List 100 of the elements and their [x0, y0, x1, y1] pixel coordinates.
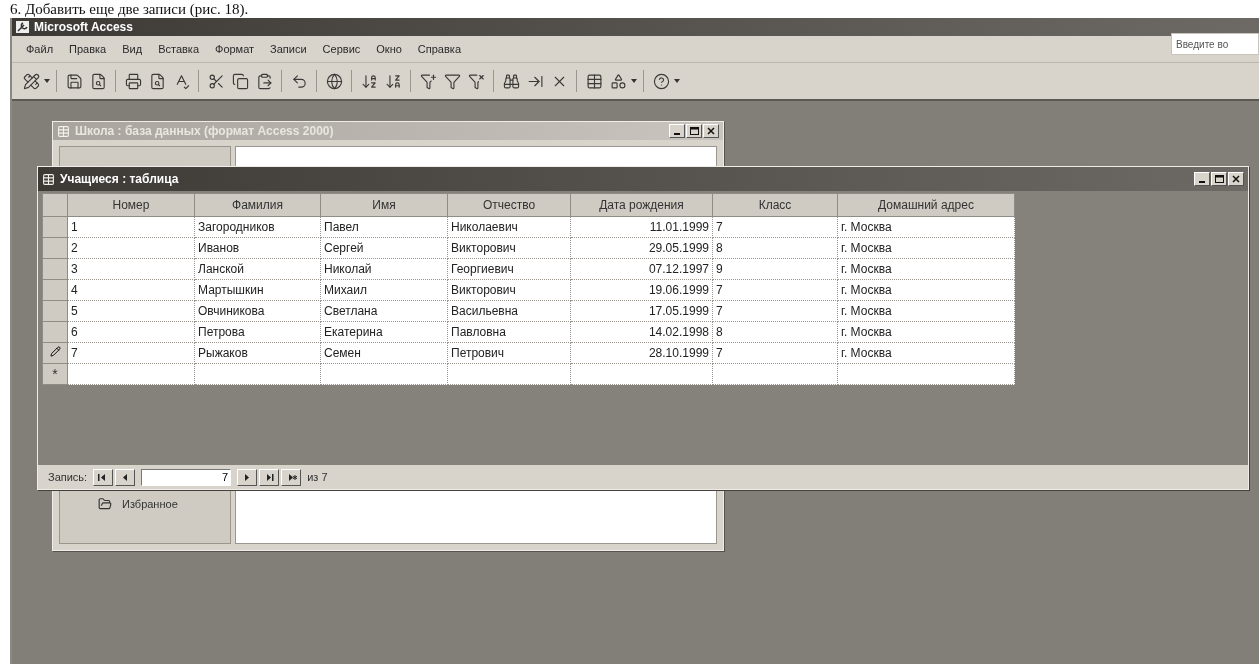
minimize-button[interactable]: [1194, 172, 1210, 186]
table-cell: Николай: [320, 258, 448, 280]
close-button[interactable]: [703, 124, 719, 138]
pencil-icon: [49, 346, 61, 357]
menu-item[interactable]: Формат: [209, 41, 261, 57]
table-cell: Овчиникова: [194, 300, 321, 322]
table-cell: Екатерина: [320, 321, 448, 343]
table-cell: Петрова: [194, 321, 321, 343]
paste-icon[interactable]: [255, 72, 273, 90]
caption-text: 6. Добавить еще две записи (рис. 18).: [9, 0, 250, 18]
group-item[interactable]: Избранное: [122, 498, 178, 510]
undo-icon[interactable]: [290, 72, 308, 90]
previous-record-button[interactable]: [115, 468, 136, 486]
filter-icon[interactable]: [467, 72, 485, 90]
column-header[interactable]: Номер: [67, 193, 195, 217]
table-cell: Сергей: [320, 237, 448, 259]
last-record-button[interactable]: [259, 468, 280, 486]
menu-item[interactable]: Вставка: [152, 41, 205, 57]
close-icon: [1232, 175, 1240, 183]
table-cell: г. Москва: [837, 279, 1015, 301]
table-cell: Михаил: [320, 279, 448, 301]
print-icon[interactable]: [124, 72, 142, 90]
table-cell: 7: [712, 342, 838, 364]
help-search-field[interactable]: Введите во: [1171, 33, 1259, 55]
table-cell: 28.10.1999: [570, 342, 713, 364]
globe-icon[interactable]: [325, 72, 343, 90]
table-cell: Семен: [320, 342, 448, 364]
menu-item[interactable]: Сервис: [316, 41, 367, 57]
table-cell: 7: [712, 279, 838, 301]
table-cell: 9: [712, 258, 838, 280]
caret-icon[interactable]: [674, 79, 680, 83]
close-button[interactable]: [1228, 172, 1244, 186]
table-cell: Светлана: [320, 300, 448, 322]
table-cell: Викторович: [447, 279, 571, 301]
print-preview-icon[interactable]: [148, 72, 166, 90]
table-cell: Рыжаков: [194, 342, 321, 364]
menu-item[interactable]: Правка: [63, 41, 113, 57]
table-cell: 3: [67, 258, 195, 280]
table-cell: 19.06.1999: [570, 279, 713, 301]
menu-item[interactable]: Вид: [116, 41, 149, 57]
table-cell: г. Москва: [837, 300, 1015, 322]
table-cell: г. Москва: [837, 237, 1015, 259]
minimize-button[interactable]: [669, 124, 685, 138]
table-cell: 2: [67, 237, 195, 259]
table-cell: Васильевна: [447, 300, 571, 322]
table-cell: 7: [712, 300, 838, 322]
table-cell: Загородников: [194, 216, 321, 238]
menu-item[interactable]: Записи: [264, 41, 313, 57]
table-icon: [42, 172, 55, 186]
new-record-selector[interactable]: *: [42, 363, 68, 385]
menu-item[interactable]: Окно: [370, 41, 408, 57]
column-header[interactable]: Имя: [320, 193, 448, 217]
new-object-icon[interactable]: [609, 72, 627, 90]
record-selector[interactable]: [42, 342, 68, 364]
sort-ascending-icon[interactable]: [360, 72, 378, 90]
design-view-icon[interactable]: [22, 72, 40, 90]
table-cell: 7: [67, 342, 195, 364]
maximize-button[interactable]: [686, 124, 702, 138]
filter-by-selection-icon[interactable]: [419, 72, 437, 90]
table-cell: г. Москва: [837, 216, 1015, 238]
column-header[interactable]: Отчество: [447, 193, 571, 217]
table-cell: 6: [67, 321, 195, 343]
database-window-icon[interactable]: [585, 72, 603, 90]
table-cell: 5: [67, 300, 195, 322]
search-file-icon[interactable]: [89, 72, 107, 90]
next-record-button[interactable]: [237, 468, 258, 486]
maximize-icon: [689, 127, 699, 135]
close-icon: [707, 127, 715, 135]
caret-icon[interactable]: [44, 79, 50, 83]
column-header[interactable]: Фамилия: [194, 193, 321, 217]
table-cell: Николаевич: [447, 216, 571, 238]
record-number-field[interactable]: 7: [141, 468, 232, 486]
new-record-button[interactable]: [281, 468, 302, 486]
maximize-button[interactable]: [1211, 172, 1227, 186]
folder-icon: [98, 497, 112, 511]
table-cell: 7: [712, 216, 838, 238]
help-icon[interactable]: [652, 72, 670, 90]
filter-form-icon[interactable]: [443, 72, 461, 90]
save-icon[interactable]: [65, 72, 83, 90]
copy-icon[interactable]: [231, 72, 249, 90]
column-header[interactable]: Дата рождения: [570, 193, 713, 217]
menu-item[interactable]: Файл: [20, 41, 60, 57]
cut-icon[interactable]: [207, 72, 225, 90]
table-cell: 11.01.1999: [570, 216, 713, 238]
column-header[interactable]: Домашний адрес: [837, 193, 1015, 217]
caret-icon[interactable]: [631, 79, 637, 83]
find-icon[interactable]: [502, 72, 520, 90]
maximize-icon: [1214, 175, 1224, 183]
table-cell: Мартышкин: [194, 279, 321, 301]
table-cell: Викторович: [447, 237, 571, 259]
column-header[interactable]: Класс: [712, 193, 838, 217]
table-cell: 29.05.1999: [570, 237, 713, 259]
table-cell: Павел: [320, 216, 448, 238]
table-cell: г. Москва: [837, 342, 1015, 364]
first-record-button[interactable]: [93, 468, 114, 486]
sort-descending-icon[interactable]: [384, 72, 402, 90]
database-icon: [57, 124, 70, 138]
window-title: Microsoft Access: [34, 20, 133, 34]
menu-item[interactable]: Справка: [411, 41, 467, 57]
table-cell: Петрович: [447, 342, 571, 364]
